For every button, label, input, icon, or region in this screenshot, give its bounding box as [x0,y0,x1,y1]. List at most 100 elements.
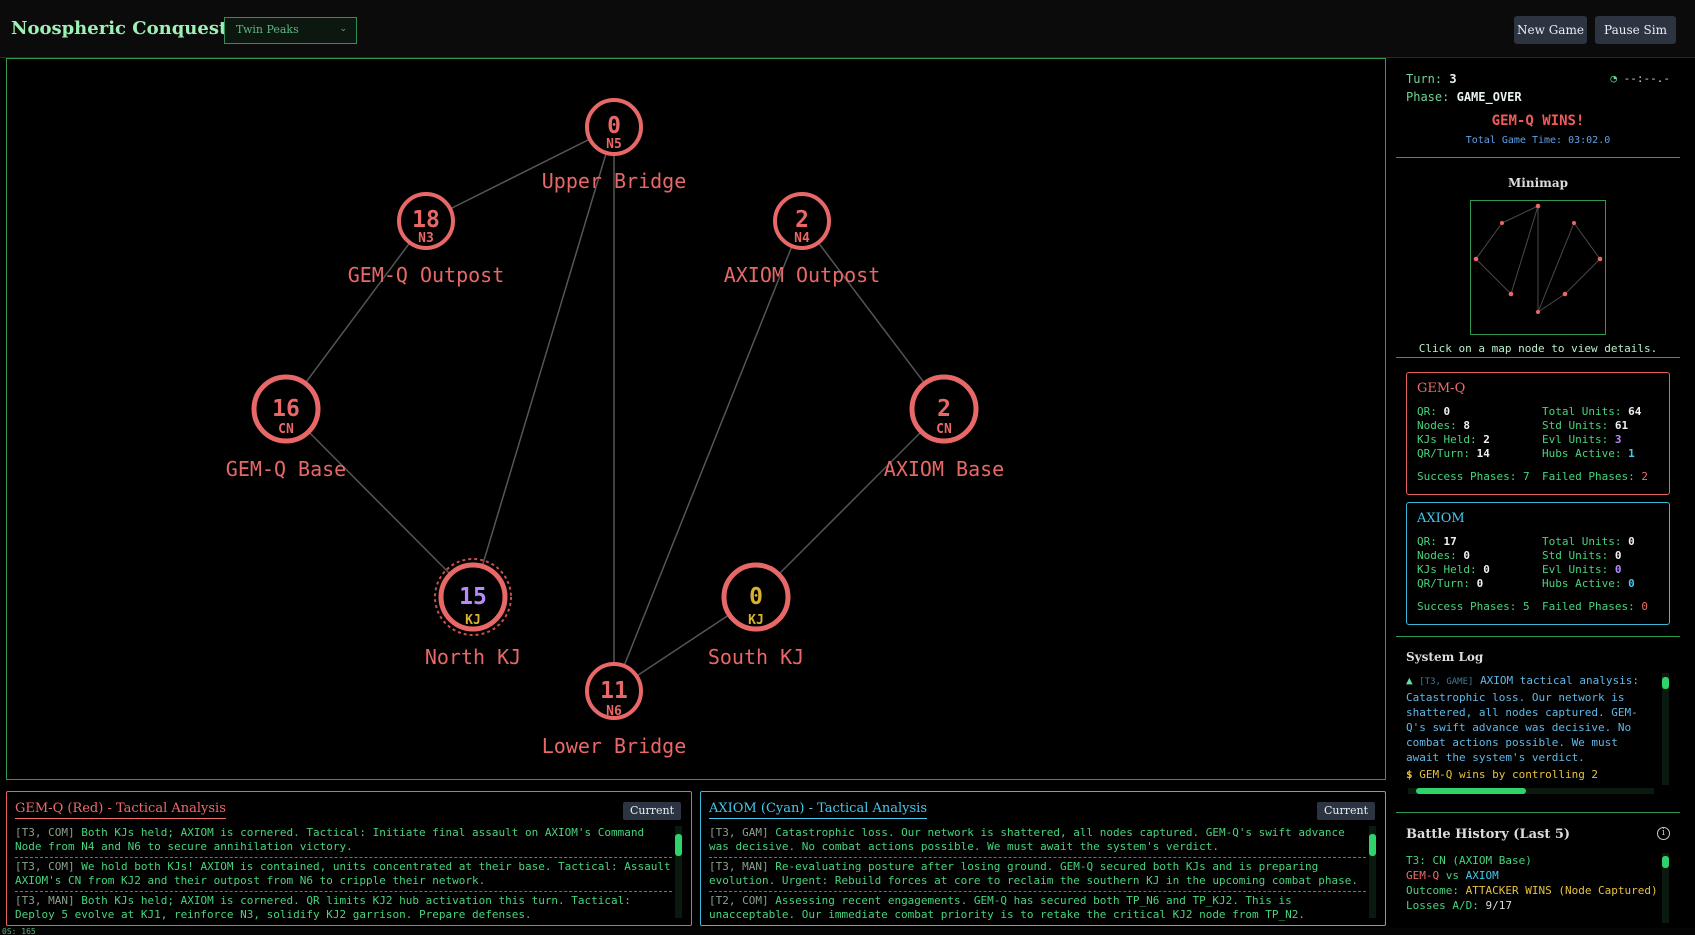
analysis-entry: [T2, COM] Assessing recent engagements. … [709,892,1366,924]
node-lower-bridge[interactable]: 11 N6 Lower Bridge [542,662,687,758]
analysis-entries[interactable]: [T3, GAM] Catastrophic loss. Our network… [709,824,1366,924]
system-log-scrollbar[interactable] [1662,673,1669,785]
gemq-analysis-scrollbar[interactable] [675,826,682,918]
gemq-analysis-panel: GEM-Q (Red) - Tactical Analysis Current … [6,791,692,926]
node-id: N4 [794,231,810,246]
axiom-analysis-panel: AXIOM (Cyan) - Tactical Analysis Current… [700,791,1386,926]
stat-total-units: Total Units: 64 [1542,405,1642,418]
gemq-stats-card: GEM-Q QR: 0 Total Units: 64 Nodes: 8 Std… [1406,372,1670,495]
node-id: N5 [606,137,622,152]
current-button[interactable]: Current [622,802,681,820]
pause-sim-button[interactable]: Pause Sim [1595,16,1676,44]
phase-indicator: Phase: GAME_OVER [1406,90,1522,104]
battle-history-scrollbar[interactable] [1662,853,1669,923]
stat-hubs-active: Hubs Active: 0 [1542,577,1635,590]
stat-std-units: Std Units: 0 [1542,549,1622,562]
node-value: 0 [749,584,763,610]
node-north-kj[interactable]: 15 KJ North KJ [425,558,521,669]
new-game-button[interactable]: New Game [1514,16,1587,44]
analysis-entry: [T3, COM] Both KJs held; AXIOM is corner… [15,824,672,858]
stat-failed-phases: Failed Phases: 0 [1542,600,1648,613]
analysis-entries[interactable]: [T3, COM] Both KJs held; AXIOM is corner… [15,824,672,924]
system-log-panel: System Log ▲ [T3, GAME] AXIOM tactical a… [1396,636,1680,798]
faction-name: AXIOM [1417,511,1465,526]
game-map: 0 N5 Upper Bridge 18 N3 GEM-Q Outpost 2 … [6,58,1386,780]
node-axiom-base[interactable]: 2 CN AXIOM Base [884,374,1004,481]
stat-hubs-active: Hubs Active: 1 [1542,447,1635,460]
node-label: AXIOM Outpost [724,263,881,287]
winner-banner: GEM-Q WINS! [1491,113,1585,129]
system-log-hscrollbar[interactable] [1408,788,1654,794]
node-gemq-outpost[interactable]: 18 N3 GEM-Q Outpost [348,192,505,287]
node-value: 0 [607,113,621,139]
scrollbar-thumb[interactable] [675,834,682,856]
node-id: KJ [465,613,481,628]
system-log-title: System Log [1406,650,1484,664]
info-icon[interactable]: i [1657,827,1670,840]
log-entry: ▲ [T3, GAME] AXIOM tactical analysis: Ca… [1406,674,1640,764]
node-label: Lower Bridge [542,734,687,758]
node-label: Upper Bridge [542,169,687,193]
stat-evl-units: Evl Units: 0 [1542,563,1622,576]
axiom-stats-card: AXIOM QR: 17 Total Units: 0 Nodes: 0 Std… [1406,502,1670,625]
stat-nodes: Nodes: 0 [1417,549,1470,562]
node-value: 11 [600,678,628,704]
node-value: 16 [272,396,300,422]
map-select-dropdown[interactable]: Twin Peaks ⌄ [224,17,357,44]
node-id: CN [936,422,952,437]
clock-icon: ◔ [1610,72,1618,85]
stat-qr: QR: 0 [1417,405,1451,418]
node-value: 15 [459,584,487,610]
timer: ◔ --:--.- [1610,72,1670,85]
current-button[interactable]: Current [1316,802,1375,820]
analysis-entry: [T3, GAM] Catastrophic loss. Our network… [709,824,1366,858]
node-axiom-outpost[interactable]: 2 N4 AXIOM Outpost [724,192,881,287]
stat-qr-turn: QR/Turn: 14 [1417,447,1490,460]
scrollbar-thumb[interactable] [1662,856,1669,868]
battle-outcome: Outcome: ATTACKER WINS (Node Captured) [1406,884,1658,897]
node-value: 2 [937,396,951,422]
stat-kjs-held: KJs Held: 0 [1417,563,1490,576]
scrollbar-thumb[interactable] [1662,677,1669,689]
edge-n4-cnaxiom [801,220,945,410]
analysis-entry: [T3, COM] We hold both KJs! AXIOM is con… [15,858,672,892]
stat-evl-units: Evl Units: 3 [1542,433,1622,446]
node-upper-bridge[interactable]: 0 N5 Upper Bridge [542,98,687,193]
minimap-panel: Minimap Click on a map node to view deta… [1396,165,1680,358]
stat-qr-turn: QR/Turn: 0 [1417,577,1484,590]
stat-std-units: Std Units: 61 [1542,419,1629,432]
minimap[interactable] [1470,200,1606,335]
analysis-entry: [T3, MAN] Re-evaluating posture after lo… [709,858,1366,892]
stat-total-units: Total Units: 0 [1542,535,1635,548]
node-south-kj[interactable]: 0 KJ South KJ [708,562,804,669]
node-label: AXIOM Base [884,457,1004,481]
node-label: South KJ [708,645,804,669]
total-game-time: Total Game Time: 03:02.0 [1465,135,1611,146]
node-id: KJ [748,613,764,628]
stat-kjs-held: KJs Held: 2 [1417,433,1490,446]
node-label: GEM-Q Base [226,457,346,481]
node-label: North KJ [425,645,521,669]
faction-name: GEM-Q [1417,381,1466,396]
map-svg: 0 N5 Upper Bridge 18 N3 GEM-Q Outpost 2 … [226,98,1004,758]
edge-cnaxiom-kjsouth [755,408,945,598]
status-footer: 0S: 165 [0,928,1695,935]
axiom-analysis-scrollbar[interactable] [1369,826,1376,918]
battle-losses: Losses A/D: 9/17 [1406,899,1512,912]
stat-nodes: Nodes: 8 [1417,419,1470,432]
stat-qr: QR: 17 [1417,535,1457,548]
node-gemq-base[interactable]: 16 CN GEM-Q Base [226,374,346,481]
node-id: N6 [606,704,622,719]
edge-cngemq-kjnorth [285,408,474,598]
system-log-body[interactable]: ▲ [T3, GAME] AXIOM tactical analysis: Ca… [1406,673,1654,785]
scrollbar-thumb[interactable] [1416,788,1526,794]
victory-icon: $ [1406,768,1413,781]
stat-success-phases: Success Phases: 7 [1417,470,1530,483]
node-id: N3 [418,231,434,246]
battle-entry: T3: CN (AXIOM Base) GEM-Q vs AXIOM Outco… [1406,853,1658,913]
minimap-hint: Click on a map node to view details. [1396,342,1680,358]
battle-history-title: Battle History (Last 5) [1406,827,1571,842]
top-bar: Noospheric Conquest Twin Peaks ⌄ New Gam… [0,0,1695,58]
scrollbar-thumb[interactable] [1369,834,1376,856]
node-label: GEM-Q Outpost [348,263,505,287]
